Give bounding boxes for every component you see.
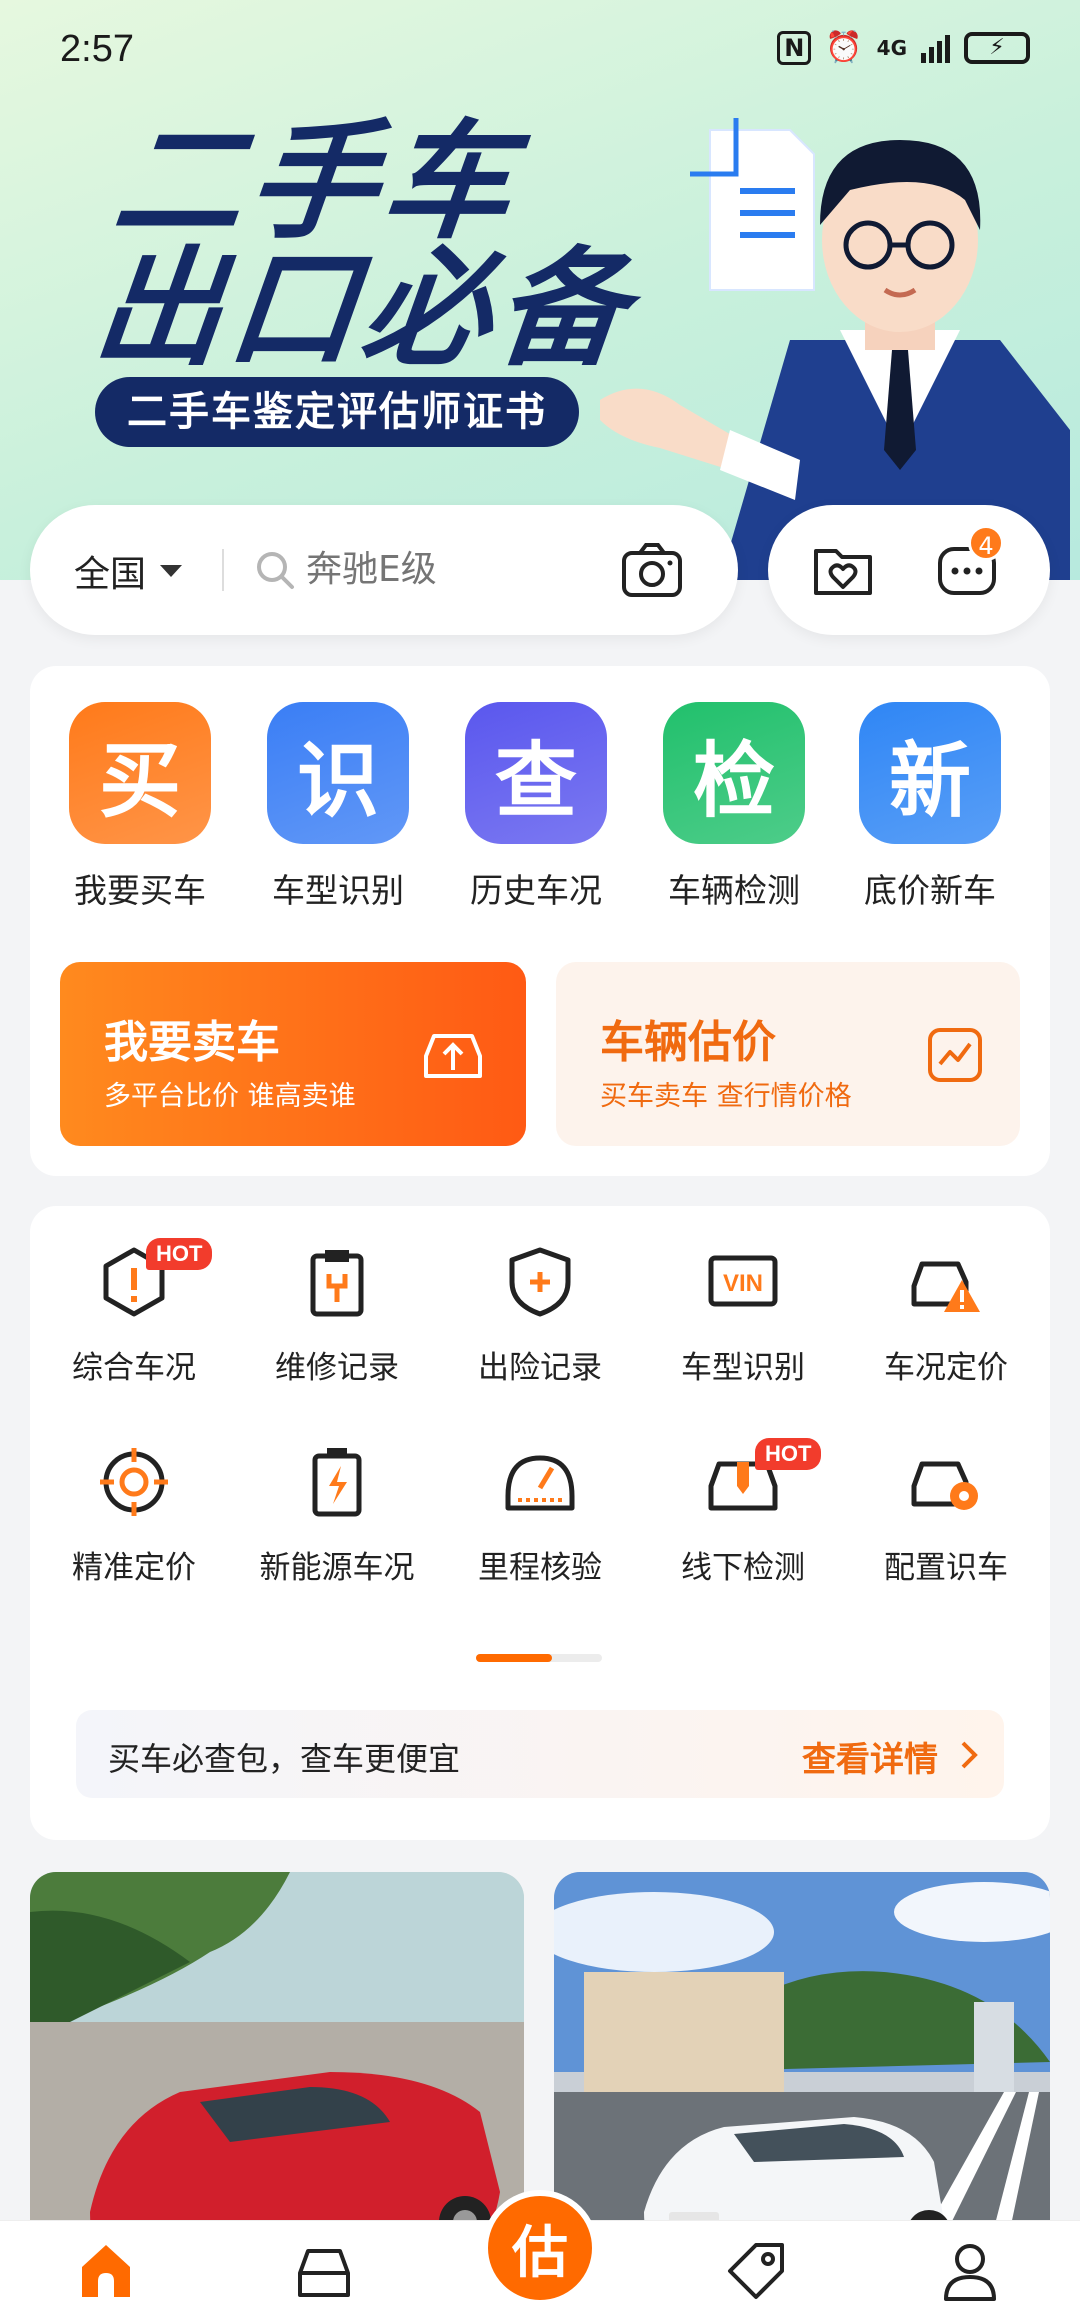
estimate-title: 车辆估价 [600, 1017, 776, 1068]
header-actions: 4 [768, 505, 1050, 635]
quick-action-icon: 新 [859, 702, 1001, 844]
sell-car-card[interactable]: 我要卖车 多平台比价 谁高卖谁 [60, 962, 526, 1146]
quick-action-icon: 检 [663, 702, 805, 844]
home-icon[interactable] [78, 2241, 134, 2297]
package-link[interactable]: 查看详情 [802, 1732, 938, 1781]
target-icon [100, 1448, 168, 1516]
tag-icon[interactable] [726, 2241, 786, 2301]
service-label: 线下检测 [681, 1550, 805, 1586]
services-scroll-track [476, 1654, 602, 1662]
quick-action-item[interactable]: 检车辆检测 [634, 702, 834, 912]
services-scroll-thumb [476, 1654, 552, 1662]
hero-banner[interactable]: 2:57 N ⏰ 4G ⚡ 二手车 出口必备 二手车鉴定评估师证书 [0, 0, 1080, 580]
service-label: 出险记录 [478, 1350, 602, 1386]
status-time: 2:57 [60, 28, 134, 70]
chevron-right-icon [961, 1741, 978, 1769]
quick-action-label: 车辆检测 [668, 871, 800, 910]
network-label: 4G [876, 35, 907, 60]
quick-actions-card: 买我要买车识车型识别查历史车况检车辆检测新底价新车 我要卖车 多平台比价 谁高卖… [30, 666, 1050, 1176]
search-bar[interactable]: 全国 [30, 505, 738, 635]
quick-action-item[interactable]: 查历史车况 [436, 702, 636, 912]
car-gear-icon [911, 1461, 978, 1510]
estimate-subtitle: 买车卖车 查行情价格 [600, 1081, 852, 1112]
clipboard-wrench-icon [310, 1250, 364, 1317]
quick-action-icon: 识 [267, 702, 409, 844]
status-icons: N ⏰ 4G ⚡ [777, 30, 1030, 65]
vin-icon-text: VIN [723, 1270, 763, 1297]
car-warning-icon [911, 1261, 980, 1312]
services-card: HOT 综合车况 维修记录 出险记录 VIN 车型识别 车况定价精准定价 新能源车况 里程核验 H… [30, 1206, 1050, 1840]
signal-icon [921, 33, 950, 63]
package-text: 买车必查包，查车更便宜 [108, 1740, 461, 1778]
region-select[interactable]: 全国 [74, 545, 183, 597]
package-bar[interactable]: 买车必查包，查车更便宜 查看详情 [76, 1710, 1004, 1798]
sell-car-title: 我要卖车 [104, 1017, 280, 1068]
region-label: 全国 [74, 554, 147, 595]
service-label: 配置识车 [884, 1550, 1008, 1586]
quick-action-icon: 查 [465, 702, 607, 844]
caret-down-icon [160, 565, 183, 577]
hot-badge: HOT [146, 1238, 213, 1270]
service-item[interactable]: 出险记录 [440, 1246, 640, 1387]
quick-action-item[interactable]: 新底价新车 [830, 702, 1030, 912]
service-label: 精准定价 [72, 1550, 196, 1586]
favorite-folder-icon[interactable] [812, 541, 874, 599]
sell-car-subtitle: 多平台比价 谁高卖谁 [104, 1081, 356, 1112]
profile-icon[interactable] [942, 2241, 998, 2301]
quick-action-label: 我要买车 [74, 871, 206, 910]
vin-icon: VIN [708, 1255, 778, 1307]
quick-action-label: 车型识别 [272, 871, 404, 910]
quick-action-label: 底价新车 [864, 871, 996, 910]
nfc-icon: N [777, 30, 812, 65]
message-badge: 4 [968, 525, 1004, 561]
camera-icon[interactable] [620, 541, 684, 599]
battery-icon: ⚡ [964, 31, 1030, 64]
service-item[interactable]: VIN 车型识别 [643, 1246, 843, 1387]
upload-car-icon [424, 1034, 482, 1078]
battery-bolt-icon [312, 1448, 362, 1517]
car-icon[interactable] [292, 2243, 356, 2299]
banner-subtitle: 二手车鉴定评估师证书 [95, 377, 579, 447]
estimate-nav-button[interactable]: 估 [482, 2190, 598, 2306]
service-label: 新能源车况 [259, 1550, 415, 1586]
banner-title-line1: 二手车 [107, 108, 525, 257]
service-item[interactable]: 维修记录 [237, 1246, 437, 1387]
search-icon [257, 552, 294, 589]
service-item[interactable]: 里程核验 [440, 1446, 640, 1587]
odometer-icon [505, 1455, 575, 1511]
shield-plus-icon [509, 1247, 571, 1317]
service-label: 综合车况 [72, 1350, 196, 1386]
service-label: 维修记录 [275, 1350, 399, 1386]
service-label: 车型识别 [681, 1350, 805, 1386]
service-item[interactable]: HOT 综合车况 [34, 1238, 234, 1387]
quick-action-icon: 买 [69, 702, 211, 844]
service-item[interactable]: 配置识车 [846, 1446, 1046, 1587]
divider [222, 549, 224, 591]
service-label: 车况定价 [884, 1350, 1008, 1386]
search-input[interactable] [306, 539, 606, 599]
quick-action-item[interactable]: 买我要买车 [40, 702, 240, 912]
hot-badge: HOT [755, 1438, 822, 1470]
estimate-car-card[interactable]: 车辆估价 买车卖车 查行情价格 [556, 962, 1020, 1146]
banner-title-line2: 出口必备 [87, 235, 639, 384]
trend-chart-icon [928, 1028, 982, 1082]
alarm-icon: ⏰ [825, 30, 863, 65]
service-item[interactable]: HOT 线下检测 [643, 1438, 843, 1587]
estimate-nav-label: 估 [512, 2220, 568, 2286]
service-item[interactable]: 车况定价 [846, 1246, 1046, 1387]
service-item[interactable]: 精准定价 [34, 1446, 234, 1587]
quick-action-label: 历史车况 [470, 871, 602, 910]
quick-action-item[interactable]: 识车型识别 [238, 702, 438, 912]
service-label: 里程核验 [478, 1550, 602, 1586]
service-item[interactable]: 新能源车况 [237, 1446, 437, 1587]
